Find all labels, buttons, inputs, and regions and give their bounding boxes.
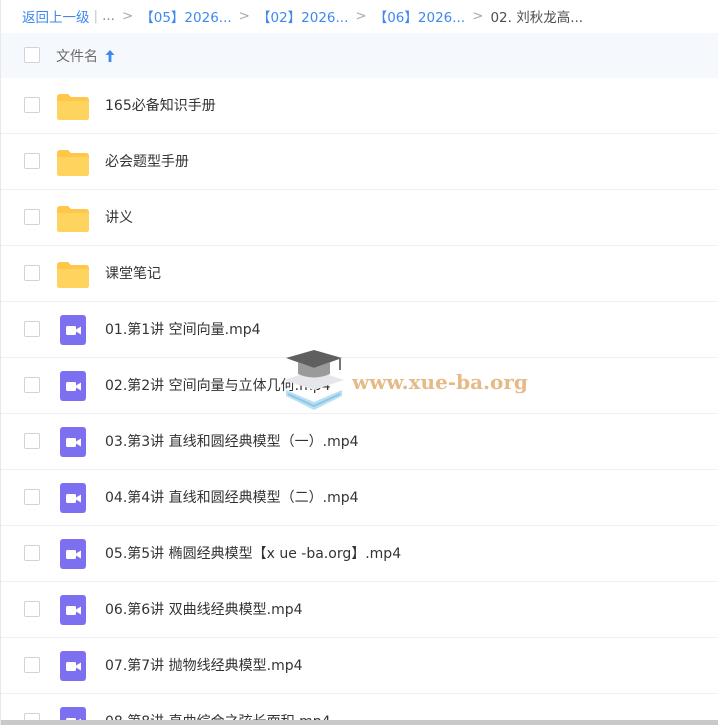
- breadcrumb-current: 02. 刘秋龙高...: [490, 10, 584, 26]
- file-row[interactable]: 06.第6讲 双曲线经典模型.mp4: [1, 582, 718, 638]
- file-row[interactable]: 课堂笔记: [1, 246, 718, 302]
- file-row[interactable]: 07.第7讲 抛物线经典模型.mp4: [1, 638, 718, 694]
- folder-icon: [56, 147, 90, 177]
- video-file-icon: [56, 483, 90, 513]
- filename-column-header[interactable]: 文件名: [56, 46, 116, 66]
- file-name[interactable]: 讲义: [105, 207, 133, 227]
- file-row[interactable]: 必会题型手册: [1, 134, 718, 190]
- row-checkbox[interactable]: [24, 377, 40, 393]
- breadcrumb-separator: >: [472, 8, 484, 24]
- folder-icon: [56, 203, 90, 233]
- file-row[interactable]: 03.第3讲 直线和圆经典模型（一）.mp4: [1, 414, 718, 470]
- file-name[interactable]: 必会题型手册: [105, 151, 189, 171]
- video-file-icon: [56, 427, 90, 457]
- breadcrumb-separator: >: [121, 8, 134, 24]
- file-name[interactable]: 04.第4讲 直线和圆经典模型（二）.mp4: [105, 487, 359, 507]
- video-file-icon: [56, 539, 90, 569]
- filename-column-label: 文件名: [56, 49, 98, 65]
- select-all-checkbox[interactable]: [24, 47, 40, 63]
- breadcrumb-separator: >: [238, 8, 250, 24]
- row-checkbox[interactable]: [24, 545, 40, 561]
- breadcrumb-folder-3[interactable]: 【06】2026...: [374, 6, 465, 26]
- file-row[interactable]: 165必备知识手册: [1, 78, 718, 134]
- file-list: 165必备知识手册 必会题型手册 讲义课堂笔记 01.第1讲 空间向量.mp4 02.第…: [1, 78, 718, 725]
- row-checkbox[interactable]: [24, 321, 40, 337]
- row-checkbox[interactable]: [24, 601, 40, 617]
- file-row[interactable]: 05.第5讲 椭圆经典模型【x ue -ba.org】.mp4: [1, 526, 718, 582]
- back-link[interactable]: 返回上一级: [22, 6, 90, 26]
- video-file-icon: [56, 595, 90, 625]
- bottom-border: [1, 720, 718, 725]
- file-name[interactable]: 课堂笔记: [105, 263, 161, 283]
- file-name[interactable]: 165必备知识手册: [105, 95, 216, 115]
- breadcrumb-folder-1[interactable]: 【05】2026...: [140, 6, 231, 26]
- folder-icon: [56, 91, 90, 121]
- file-row[interactable]: 01.第1讲 空间向量.mp4: [1, 302, 718, 358]
- row-checkbox[interactable]: [24, 489, 40, 505]
- video-file-icon: [56, 315, 90, 345]
- video-file-icon: [56, 651, 90, 681]
- file-name[interactable]: 05.第5讲 椭圆经典模型【x ue -ba.org】.mp4: [105, 543, 401, 563]
- file-row[interactable]: 02.第2讲 空间向量与立体几何.mp4: [1, 358, 718, 414]
- row-checkbox[interactable]: [24, 265, 40, 281]
- row-checkbox[interactable]: [24, 209, 40, 225]
- video-file-icon: [56, 371, 90, 401]
- breadcrumb: 返回上一级 | ... > 【05】2026... > 【02】2026... …: [1, 0, 718, 32]
- row-checkbox[interactable]: [24, 657, 40, 673]
- breadcrumb-folder-2[interactable]: 【02】2026...: [257, 6, 348, 26]
- file-name[interactable]: 01.第1讲 空间向量.mp4: [105, 319, 261, 339]
- file-name[interactable]: 07.第7讲 抛物线经典模型.mp4: [105, 655, 303, 675]
- breadcrumb-divider: |: [93, 8, 99, 24]
- file-browser: 返回上一级 | ... > 【05】2026... > 【02】2026... …: [0, 0, 718, 725]
- row-checkbox[interactable]: [24, 97, 40, 113]
- file-name[interactable]: 03.第3讲 直线和圆经典模型（一）.mp4: [105, 431, 359, 451]
- file-name[interactable]: 06.第6讲 双曲线经典模型.mp4: [105, 599, 303, 619]
- breadcrumb-ellipsis[interactable]: ...: [102, 8, 115, 24]
- folder-icon: [56, 259, 90, 289]
- file-row[interactable]: 04.第4讲 直线和圆经典模型（二）.mp4: [1, 470, 718, 526]
- list-header: 文件名: [1, 33, 718, 78]
- arrow-up-icon: [105, 50, 115, 62]
- file-name[interactable]: 02.第2讲 空间向量与立体几何.mp4: [105, 375, 331, 395]
- row-checkbox[interactable]: [24, 433, 40, 449]
- row-checkbox[interactable]: [24, 153, 40, 169]
- breadcrumb-separator: >: [355, 8, 367, 24]
- file-row[interactable]: 讲义: [1, 190, 718, 246]
